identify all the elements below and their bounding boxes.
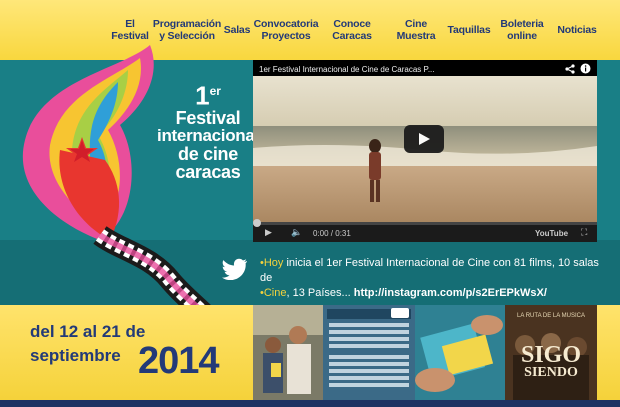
twitter-bird-icon[interactable] [222, 258, 248, 280]
dates-line: septiembre [30, 346, 121, 365]
thumb-photo-people[interactable] [253, 305, 323, 400]
tweet-link[interactable]: http://instagram.com/p/s2ErEPkWsX/ [354, 287, 547, 299]
video-progress-bar[interactable] [253, 219, 597, 227]
tweet-hashtag[interactable]: •Cine [260, 287, 286, 299]
title-line: Festival [175, 107, 241, 128]
info-icon[interactable] [580, 63, 591, 74]
title-ordinal: 1er [195, 80, 221, 111]
tweet-hashtag[interactable]: •Hoy [260, 257, 283, 269]
nav-label: Convocatoria Proyectos [253, 18, 319, 42]
video-player[interactable]: 1er Festival Internacional de Cine de Ca… [253, 60, 597, 242]
thumb-hands-tickets[interactable] [415, 305, 505, 400]
nav-label: Salas [223, 24, 251, 36]
video-controls: ▶ 🔈 0:00 / 0:31 YouTube ⛶ [253, 219, 597, 242]
nav-label: Noticias [557, 24, 597, 36]
tweet-text: •Hoy inicia el 1er Festival Internaciona… [260, 257, 599, 299]
nav-label: Cine Muestra [396, 18, 436, 42]
poster-text: LA RUTA DE LA MUSICA [517, 313, 585, 319]
title-line: caracas [175, 161, 241, 182]
progress-knob[interactable] [253, 219, 261, 227]
thumb-transport-routes[interactable] [323, 305, 415, 400]
transport-table-image [323, 305, 415, 400]
thumb-sigo-siendo[interactable]: LA RUTA DE LA MUSICA SIGO SIENDO [505, 305, 597, 400]
nav-boleteria-online[interactable]: Boleteria online [499, 0, 545, 60]
share-icon[interactable] [565, 64, 575, 74]
nav-cine-muestra[interactable]: Cine Muestra [387, 0, 445, 60]
youtube-logo[interactable]: YouTube [535, 229, 568, 238]
nav-label: Boleteria online [500, 18, 544, 42]
footer-bar [0, 400, 620, 407]
nav-conoce-caracas[interactable]: Conoce Caracas [330, 0, 374, 60]
poster-subtitle: SIENDO [524, 365, 578, 380]
nav-noticias[interactable]: Noticias [556, 0, 598, 60]
poster-title: SIGO [520, 342, 582, 368]
video-title[interactable]: 1er Festival Internacional de Cine de Ca… [259, 65, 435, 74]
volume-icon[interactable]: 🔈 [291, 228, 302, 238]
dates-line: del 12 al 21 de [30, 322, 146, 341]
title-line: internacional [157, 125, 259, 145]
nav-label: El Festival [111, 18, 149, 42]
tickets-photo [415, 305, 505, 400]
festival-year: 2014 [138, 340, 220, 382]
nav-taquillas[interactable]: Taquillas [447, 0, 491, 60]
fullscreen-icon[interactable]: ⛶ [581, 228, 587, 238]
play-button[interactable] [404, 125, 444, 153]
nav-convocatoria[interactable]: Convocatoria Proyectos [253, 0, 319, 60]
nav-label: Conoce Caracas [332, 18, 372, 42]
festival-title: 1er Festival internacional de cine carac… [148, 78, 268, 181]
nav-label: Taquillas [447, 24, 491, 36]
title-line: de cine [178, 143, 238, 164]
play-icon[interactable]: ▶ [265, 228, 272, 238]
nav-label: Programación y Selección [152, 18, 222, 42]
people-photo [253, 305, 323, 400]
video-time: 0:00 / 0:31 [313, 229, 351, 238]
